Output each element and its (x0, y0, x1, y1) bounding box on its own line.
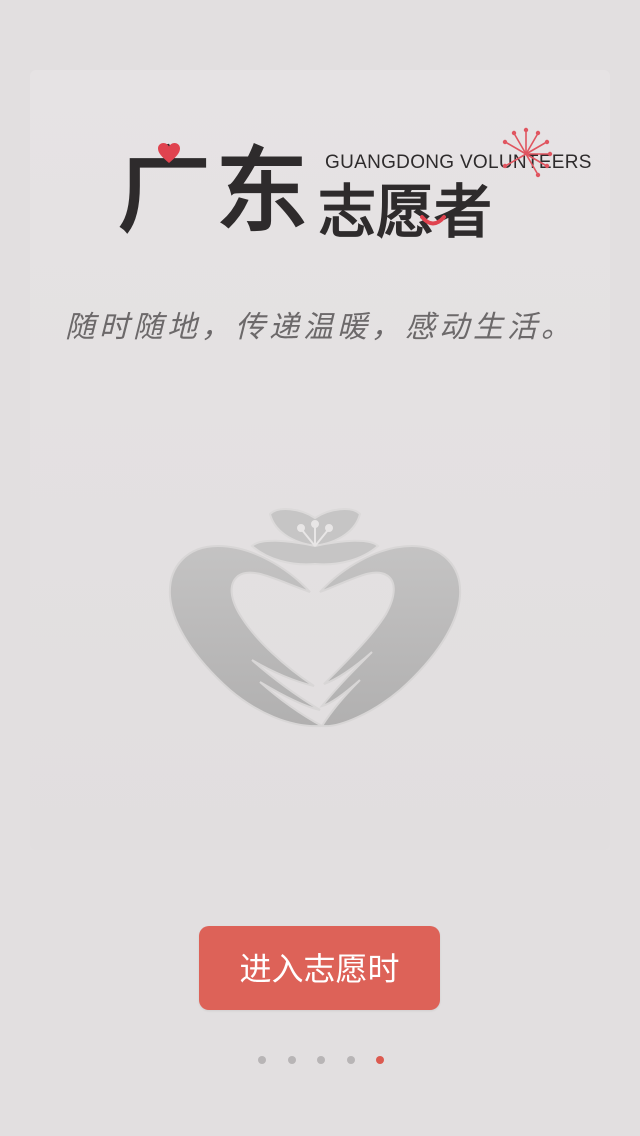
heart-hands-flower-icon (168, 508, 462, 728)
logo: 广东 GUANGDONG VOLUNTEERS 志愿者 (0, 0, 640, 300)
page-dot[interactable] (258, 1056, 266, 1064)
slogan: 随时随地，传递温暖，感动生活。 (65, 310, 575, 345)
splash-screen: 广东 GUANGDONG VOLUNTEERS 志愿者 随时随地，传递温暖，感动… (0, 0, 640, 1136)
page-indicator (258, 1054, 384, 1066)
page-dot[interactable] (346, 1056, 355, 1064)
heart-icon (158, 143, 180, 163)
firework-icon (502, 127, 553, 178)
page-dot[interactable] (317, 1056, 325, 1064)
smile-icon (420, 215, 446, 226)
logo-title-small: 志愿者 (318, 178, 493, 246)
enter-volunteer-time-button[interactable]: 进入志愿时 (199, 926, 440, 1010)
page-dot[interactable] (287, 1056, 296, 1064)
logo-title-large: 广东 (118, 138, 315, 245)
page-dot-active[interactable] (376, 1056, 384, 1064)
